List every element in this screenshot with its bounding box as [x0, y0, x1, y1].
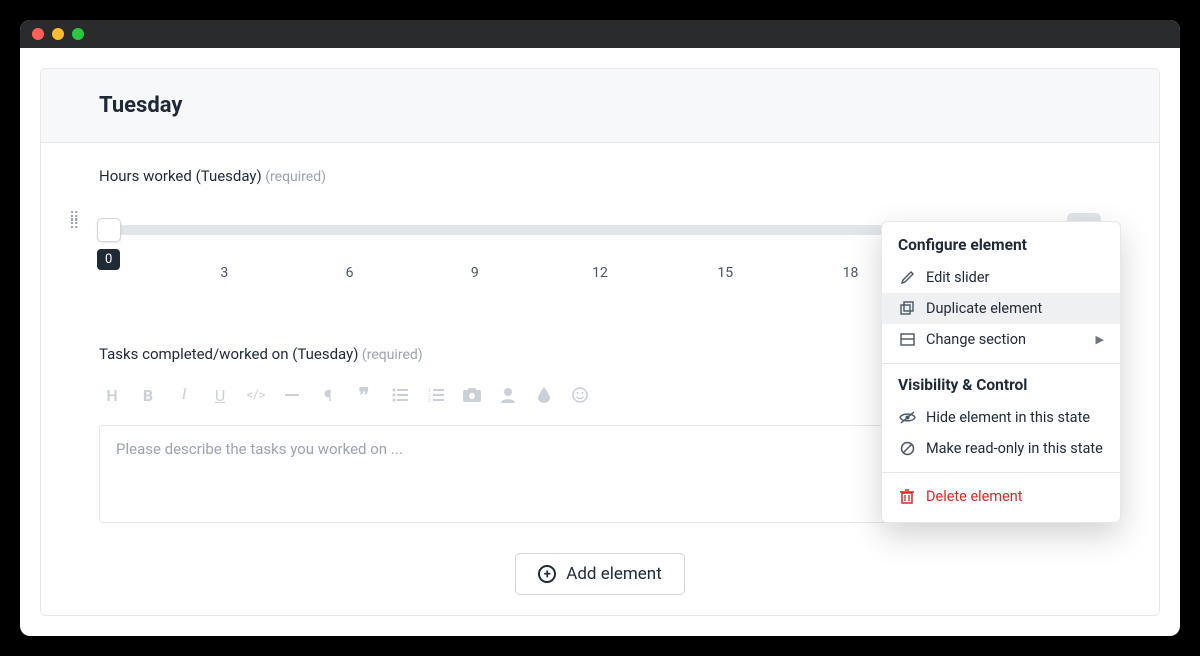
- tick-label: 6: [346, 265, 354, 281]
- code-icon[interactable]: </>: [247, 388, 265, 403]
- paragraph-icon[interactable]: ¶: [319, 386, 337, 405]
- menu-label: Change section: [926, 331, 1026, 348]
- drag-handle-icon[interactable]: ⠿⠿: [69, 215, 80, 229]
- emoji-icon[interactable]: [571, 387, 589, 403]
- section-icon: [898, 332, 916, 347]
- add-element-label: Add element: [566, 564, 662, 584]
- content-area: Tuesday Hours worked (Tuesday) (required…: [20, 48, 1180, 636]
- tick-label: 12: [592, 265, 608, 281]
- user-icon[interactable]: [499, 387, 517, 403]
- maximize-window-icon[interactable]: [72, 28, 84, 40]
- tick-label: 9: [471, 265, 479, 281]
- eye-slash-icon: [898, 411, 916, 424]
- menu-hide-element[interactable]: Hide element in this state: [882, 402, 1120, 433]
- menu-label: Hide element in this state: [926, 409, 1090, 426]
- menu-label: Duplicate element: [926, 300, 1042, 317]
- day-panel: Tuesday Hours worked (Tuesday) (required…: [40, 68, 1160, 616]
- duplicate-icon: [898, 301, 916, 316]
- pencil-icon: [898, 270, 916, 285]
- menu-section-configure: Configure element: [882, 232, 1120, 262]
- tasks-label: Tasks completed/worked on (Tuesday): [99, 345, 358, 363]
- menu-edit-slider[interactable]: Edit slider: [882, 262, 1120, 293]
- tick-label: 3: [220, 265, 228, 281]
- tick-label: 15: [717, 265, 733, 281]
- menu-delete-element[interactable]: Delete element: [882, 481, 1120, 512]
- panel-title: Tuesday: [99, 93, 1101, 118]
- panel-body: Hours worked (Tuesday) (required) ⠿⠿ 0 •…: [41, 143, 1159, 533]
- bullet-list-icon[interactable]: [391, 388, 409, 402]
- tasks-required-hint: (required): [362, 347, 423, 363]
- prohibit-icon: [898, 441, 916, 456]
- menu-label: Edit slider: [926, 269, 989, 286]
- chevron-right-icon: ▶: [1096, 333, 1104, 346]
- hours-label: Hours worked (Tuesday): [99, 167, 262, 185]
- menu-make-readonly[interactable]: Make read-only in this state: [882, 433, 1120, 464]
- menu-duplicate-element[interactable]: Duplicate element: [882, 293, 1120, 324]
- underline-icon[interactable]: U: [211, 386, 229, 405]
- svg-text:3: 3: [428, 398, 431, 402]
- drop-icon[interactable]: [535, 387, 553, 403]
- bold-icon[interactable]: B: [139, 386, 157, 405]
- menu-change-section[interactable]: Change section ▶: [882, 324, 1120, 355]
- minimize-window-icon[interactable]: [52, 28, 64, 40]
- panel-header: Tuesday: [41, 69, 1159, 143]
- plus-circle-icon: +: [538, 565, 556, 583]
- menu-separator: [882, 363, 1120, 364]
- hours-field: Hours worked (Tuesday) (required): [99, 167, 1101, 185]
- trash-icon: [898, 489, 916, 504]
- textarea-placeholder: Please describe the tasks you worked on …: [116, 440, 403, 458]
- menu-label: Delete element: [926, 488, 1023, 505]
- slider-thumb[interactable]: [97, 218, 121, 242]
- add-element-button[interactable]: + Add element: [515, 553, 685, 595]
- heading-icon[interactable]: H: [103, 386, 121, 405]
- add-element-row: + Add element: [41, 533, 1159, 625]
- ordered-list-icon[interactable]: 123: [427, 388, 445, 402]
- menu-section-visibility: Visibility & Control: [882, 372, 1120, 402]
- hr-icon[interactable]: [283, 394, 301, 396]
- hours-required-hint: (required): [265, 169, 326, 185]
- menu-label: Make read-only in this state: [926, 440, 1103, 457]
- close-window-icon[interactable]: [32, 28, 44, 40]
- element-context-menu: Configure element Edit slider Duplicate …: [881, 221, 1121, 523]
- tick-label: 18: [843, 265, 859, 281]
- quote-icon[interactable]: ❞: [355, 383, 373, 407]
- menu-separator: [882, 472, 1120, 473]
- camera-icon[interactable]: [463, 388, 481, 402]
- italic-icon[interactable]: I: [175, 386, 193, 404]
- app-window: Tuesday Hours worked (Tuesday) (required…: [20, 20, 1180, 636]
- titlebar: [20, 20, 1180, 48]
